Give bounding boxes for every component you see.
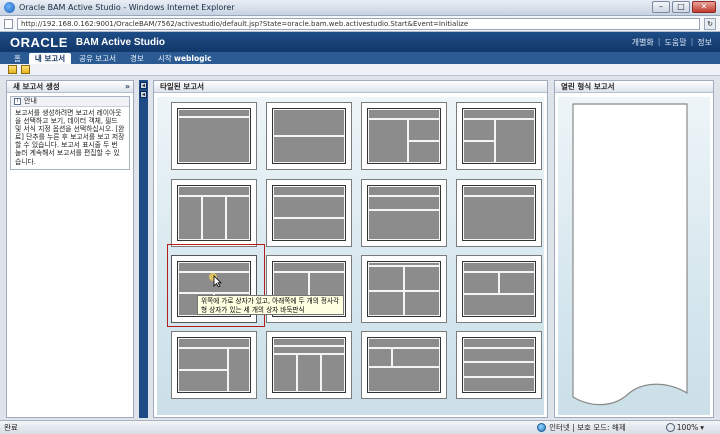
window-controls: – □ ✕ [652, 1, 716, 13]
edit-report-icon[interactable] [21, 65, 30, 74]
layout-gallery: 위쪽에 가로 상자가 있고, 아래쪽에 두 개의 정사각형 상자가 있는 세 개… [157, 97, 544, 415]
layout-top-split-bottom-wide[interactable] [361, 331, 447, 399]
status-bar: 완료 인터넷 | 보호 모드: 해제 100% ▾ [0, 420, 720, 434]
main-tabs: 홈 내 보고서 공유 보고서 경보 시작 weblogic [0, 52, 720, 64]
zoom-level: 100% [676, 423, 699, 432]
maximize-button[interactable]: □ [672, 1, 690, 13]
product-name: BAM Active Studio [75, 36, 165, 48]
page-icon [4, 18, 13, 29]
zoom-icon [665, 423, 675, 432]
tab-start-label: 시작 [157, 54, 172, 63]
tiled-report-panel: 타일된 보고서 위쪽에 가로 상자가 있고, 아래쪽에 두 개의 정사각형 상자… [153, 80, 548, 418]
tab-start[interactable]: 시작 weblogic [152, 53, 218, 64]
layout-top-bar-two-rows[interactable] [266, 179, 352, 247]
layout-two-top-wide-bottom[interactable] [456, 255, 542, 323]
app-header: ORACLE BAM Active Studio 개별화 | 도움말 | 정보 [0, 32, 720, 52]
oracle-logo: ORACLE [10, 34, 68, 50]
window-title: Oracle BAM Active Studio - Windows Inter… [19, 3, 235, 12]
freeform-area [558, 97, 710, 415]
new-report-icon[interactable] [8, 65, 17, 74]
guide-title-bar: i 안내 [11, 97, 129, 107]
tab-home[interactable]: 홈 [8, 53, 27, 64]
guide-box: i 안내 보고서를 생성하려면 보고서 레이아웃을 선택하고 보기, 데이터 객… [10, 96, 130, 170]
info-icon: i [14, 98, 21, 105]
freeform-report-panel: 열린 형식 보고서 [554, 80, 714, 418]
layout-left-split-right-large[interactable] [171, 331, 257, 399]
tab-start-user: weblogic [174, 54, 212, 63]
header-link-separator: | [657, 37, 661, 46]
layout-four-quadrants[interactable] [361, 255, 447, 323]
layout-left-large-right-split[interactable] [361, 102, 447, 170]
header-link-personalize[interactable]: 개별화 [632, 37, 654, 48]
header-link-about[interactable]: 정보 [697, 37, 712, 48]
collapse-panel-button[interactable]: » [125, 81, 130, 92]
minimize-button[interactable]: – [652, 1, 670, 13]
layout-grid-six[interactable] [266, 331, 352, 399]
layout-right-large-left-split[interactable] [456, 102, 542, 170]
layout-three-columns[interactable] [171, 179, 257, 247]
mouse-cursor-icon [209, 273, 222, 287]
layout-single[interactable] [171, 102, 257, 170]
layout-top-bar-single[interactable] [456, 179, 542, 247]
layout-tooltip: 위쪽에 가로 상자가 있고, 아래쪽에 두 개의 정사각형 상자가 있는 세 개… [197, 295, 344, 315]
status-text: 완료 [4, 423, 18, 432]
close-button[interactable]: ✕ [692, 1, 716, 13]
toolbar [0, 64, 720, 76]
guide-text: 보고서를 생성하려면 보고서 레이아웃을 선택하고 보기, 데이터 객체, 필드… [15, 109, 125, 166]
layout-four-rows[interactable] [456, 331, 542, 399]
zoom-dropdown-icon[interactable]: ▾ [700, 423, 704, 432]
refresh-icon[interactable]: ↻ [704, 17, 716, 30]
tab-alerts[interactable]: 경보 [124, 53, 150, 64]
globe-icon [537, 423, 547, 432]
create-report-header: 새 보고서 생성 » [7, 81, 133, 93]
freeform-layout[interactable] [572, 103, 688, 409]
url-field[interactable]: http://192.168.0.162:9001/OracleBAM/7562… [17, 17, 700, 30]
header-links: 개별화 | 도움말 | 정보 [632, 37, 712, 48]
guide-title: 안내 [24, 97, 37, 105]
security-zone[interactable]: 인터넷 | 보호 모드: 해제 [537, 422, 626, 433]
zoom-control[interactable]: 100% ▾ [665, 423, 704, 432]
layout-three-rows[interactable] [361, 179, 447, 247]
create-report-title: 새 보고서 생성 [13, 82, 60, 91]
freeform-report-title: 열린 형식 보고서 [555, 81, 713, 93]
tiled-report-title: 타일된 보고서 [154, 81, 547, 93]
splitter-expand-icon[interactable]: ◂ [140, 91, 147, 98]
window-titlebar: Oracle BAM Active Studio - Windows Inter… [0, 0, 720, 16]
layout-two-rows[interactable] [266, 102, 352, 170]
address-bar: http://192.168.0.162:9001/OracleBAM/7562… [0, 16, 720, 32]
tab-shared-reports[interactable]: 공유 보고서 [73, 53, 122, 64]
tab-my-reports[interactable]: 내 보고서 [28, 53, 72, 64]
security-zone-text: 인터넷 | 보호 모드: 해제 [549, 423, 626, 432]
header-link-help[interactable]: 도움말 [664, 37, 686, 48]
splitter-collapse-icon[interactable]: ◂ [140, 82, 147, 89]
header-link-separator: | [690, 37, 694, 46]
ie-logo-icon [4, 2, 15, 13]
panel-splitter[interactable]: ◂ ◂ [139, 80, 148, 418]
create-report-panel: 새 보고서 생성 » i 안내 보고서를 생성하려면 보고서 레이아웃을 선택하… [6, 80, 134, 418]
